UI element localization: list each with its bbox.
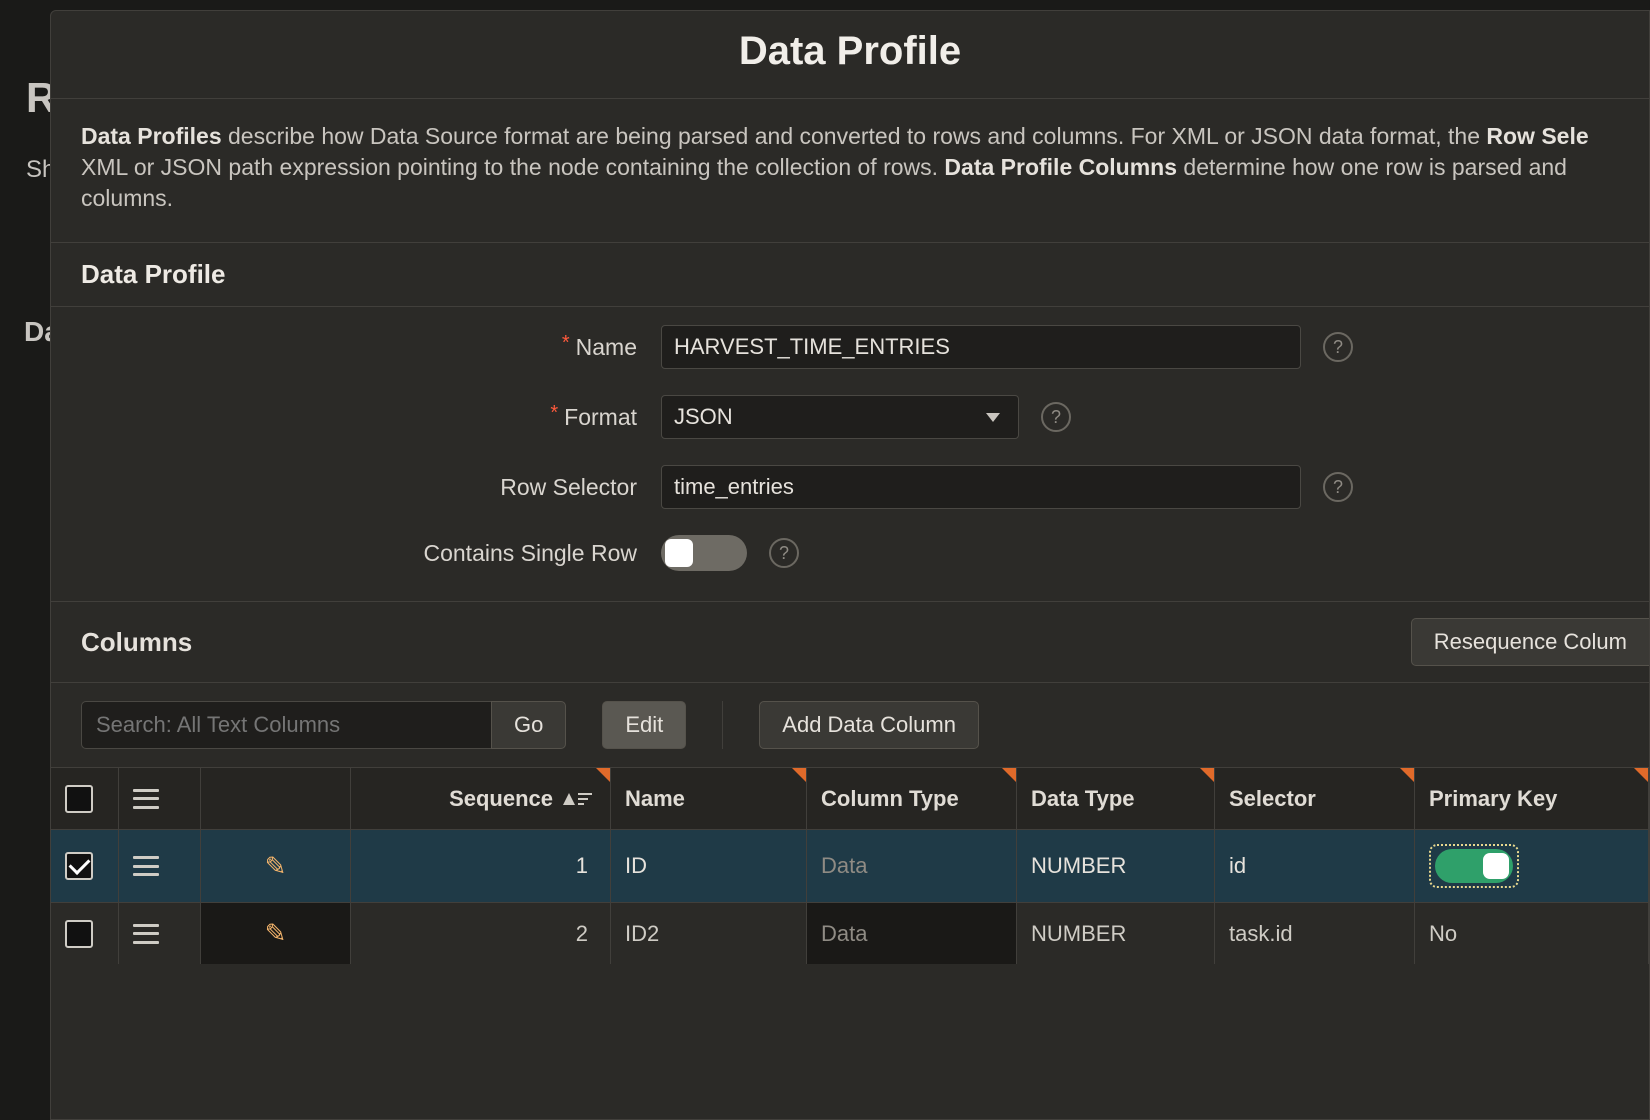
menu-icon [133, 924, 159, 944]
cell-primary-key[interactable] [1415, 829, 1649, 902]
row-edit-button[interactable]: ✎ [201, 829, 351, 902]
format-select[interactable]: JSON [661, 395, 1019, 439]
single-row-toggle[interactable] [661, 535, 747, 571]
help-icon[interactable]: ? [1041, 402, 1071, 432]
primary-key-toggle[interactable] [1435, 849, 1513, 883]
header-name[interactable]: Name [611, 767, 807, 829]
pencil-icon: ✎ [265, 851, 287, 882]
help-icon[interactable]: ? [1323, 332, 1353, 362]
desc-text: columns. [81, 185, 173, 211]
section-heading-columns: Columns [81, 627, 192, 658]
row-drag-handle[interactable] [119, 829, 201, 902]
resequence-columns-button[interactable]: Resequence Colum [1411, 618, 1649, 666]
desc-bold: Data Profiles [81, 123, 222, 149]
cell-sequence: 1 [351, 829, 611, 902]
separator [722, 701, 723, 749]
cell-column-type: Data [807, 902, 1017, 964]
format-value: JSON [674, 404, 733, 430]
header-sequence[interactable]: Sequence [351, 767, 611, 829]
cell-data-type: NUMBER [1017, 829, 1215, 902]
header-edit [201, 767, 351, 829]
cell-name: ID [611, 829, 807, 902]
name-input[interactable] [661, 325, 1301, 369]
cell-primary-key: No [1415, 902, 1649, 964]
header-data-type[interactable]: Data Type [1017, 767, 1215, 829]
row-selector-label: Row Selector [81, 474, 661, 501]
cell-data-type: NUMBER [1017, 902, 1215, 964]
menu-icon [133, 856, 159, 876]
description-text: Data Profiles describe how Data Source f… [51, 99, 1649, 243]
format-label: *Format [81, 404, 661, 431]
name-label: *Name [81, 334, 661, 361]
pencil-icon: ✎ [265, 918, 287, 949]
edit-button[interactable]: Edit [602, 701, 686, 749]
desc-text: describe how Data Source format are bein… [222, 123, 1487, 149]
cell-selector: task.id [1215, 902, 1415, 964]
header-drag [119, 767, 201, 829]
columns-toolbar: Go Edit Add Data Column [51, 683, 1649, 767]
cell-sequence: 2 [351, 902, 611, 964]
section-heading-profile: Data Profile [51, 243, 1649, 307]
cell-column-type: Data [807, 829, 1017, 902]
modal-title: Data Profile [51, 11, 1649, 99]
checkbox-icon [65, 920, 93, 948]
desc-bold: Data Profile Columns [944, 154, 1177, 180]
help-icon[interactable]: ? [769, 538, 799, 568]
menu-icon [133, 789, 159, 809]
checkbox-icon [65, 785, 93, 813]
row-checkbox[interactable] [51, 902, 119, 964]
desc-text: XML or JSON path expression pointing to … [81, 154, 944, 180]
row-selector-input[interactable] [661, 465, 1301, 509]
row-checkbox[interactable] [51, 829, 119, 902]
cell-name: ID2 [611, 902, 807, 964]
header-checkbox[interactable] [51, 767, 119, 829]
header-primary-key[interactable]: Primary Key [1415, 767, 1649, 829]
columns-grid: Sequence Name Column Type Data Type Sele… [51, 767, 1649, 964]
row-edit-button[interactable]: ✎ [201, 902, 351, 964]
chevron-down-icon [986, 413, 1000, 422]
profile-form: *Name ? *Format JSON ? Row Selector ? Co… [51, 307, 1649, 602]
desc-bold: Row Sele [1486, 123, 1588, 149]
checkbox-icon [65, 852, 93, 880]
go-button[interactable]: Go [491, 701, 566, 749]
header-column-type[interactable]: Column Type [807, 767, 1017, 829]
header-selector[interactable]: Selector [1215, 767, 1415, 829]
data-profile-modal: Data Profile Data Profiles describe how … [50, 10, 1650, 1120]
cell-selector: id [1215, 829, 1415, 902]
desc-text: determine how one row is parsed and [1177, 154, 1567, 180]
sort-asc-icon [563, 793, 592, 805]
add-data-column-button[interactable]: Add Data Column [759, 701, 979, 749]
row-drag-handle[interactable] [119, 902, 201, 964]
help-icon[interactable]: ? [1323, 472, 1353, 502]
search-input[interactable] [81, 701, 491, 749]
single-row-label: Contains Single Row [81, 540, 661, 567]
